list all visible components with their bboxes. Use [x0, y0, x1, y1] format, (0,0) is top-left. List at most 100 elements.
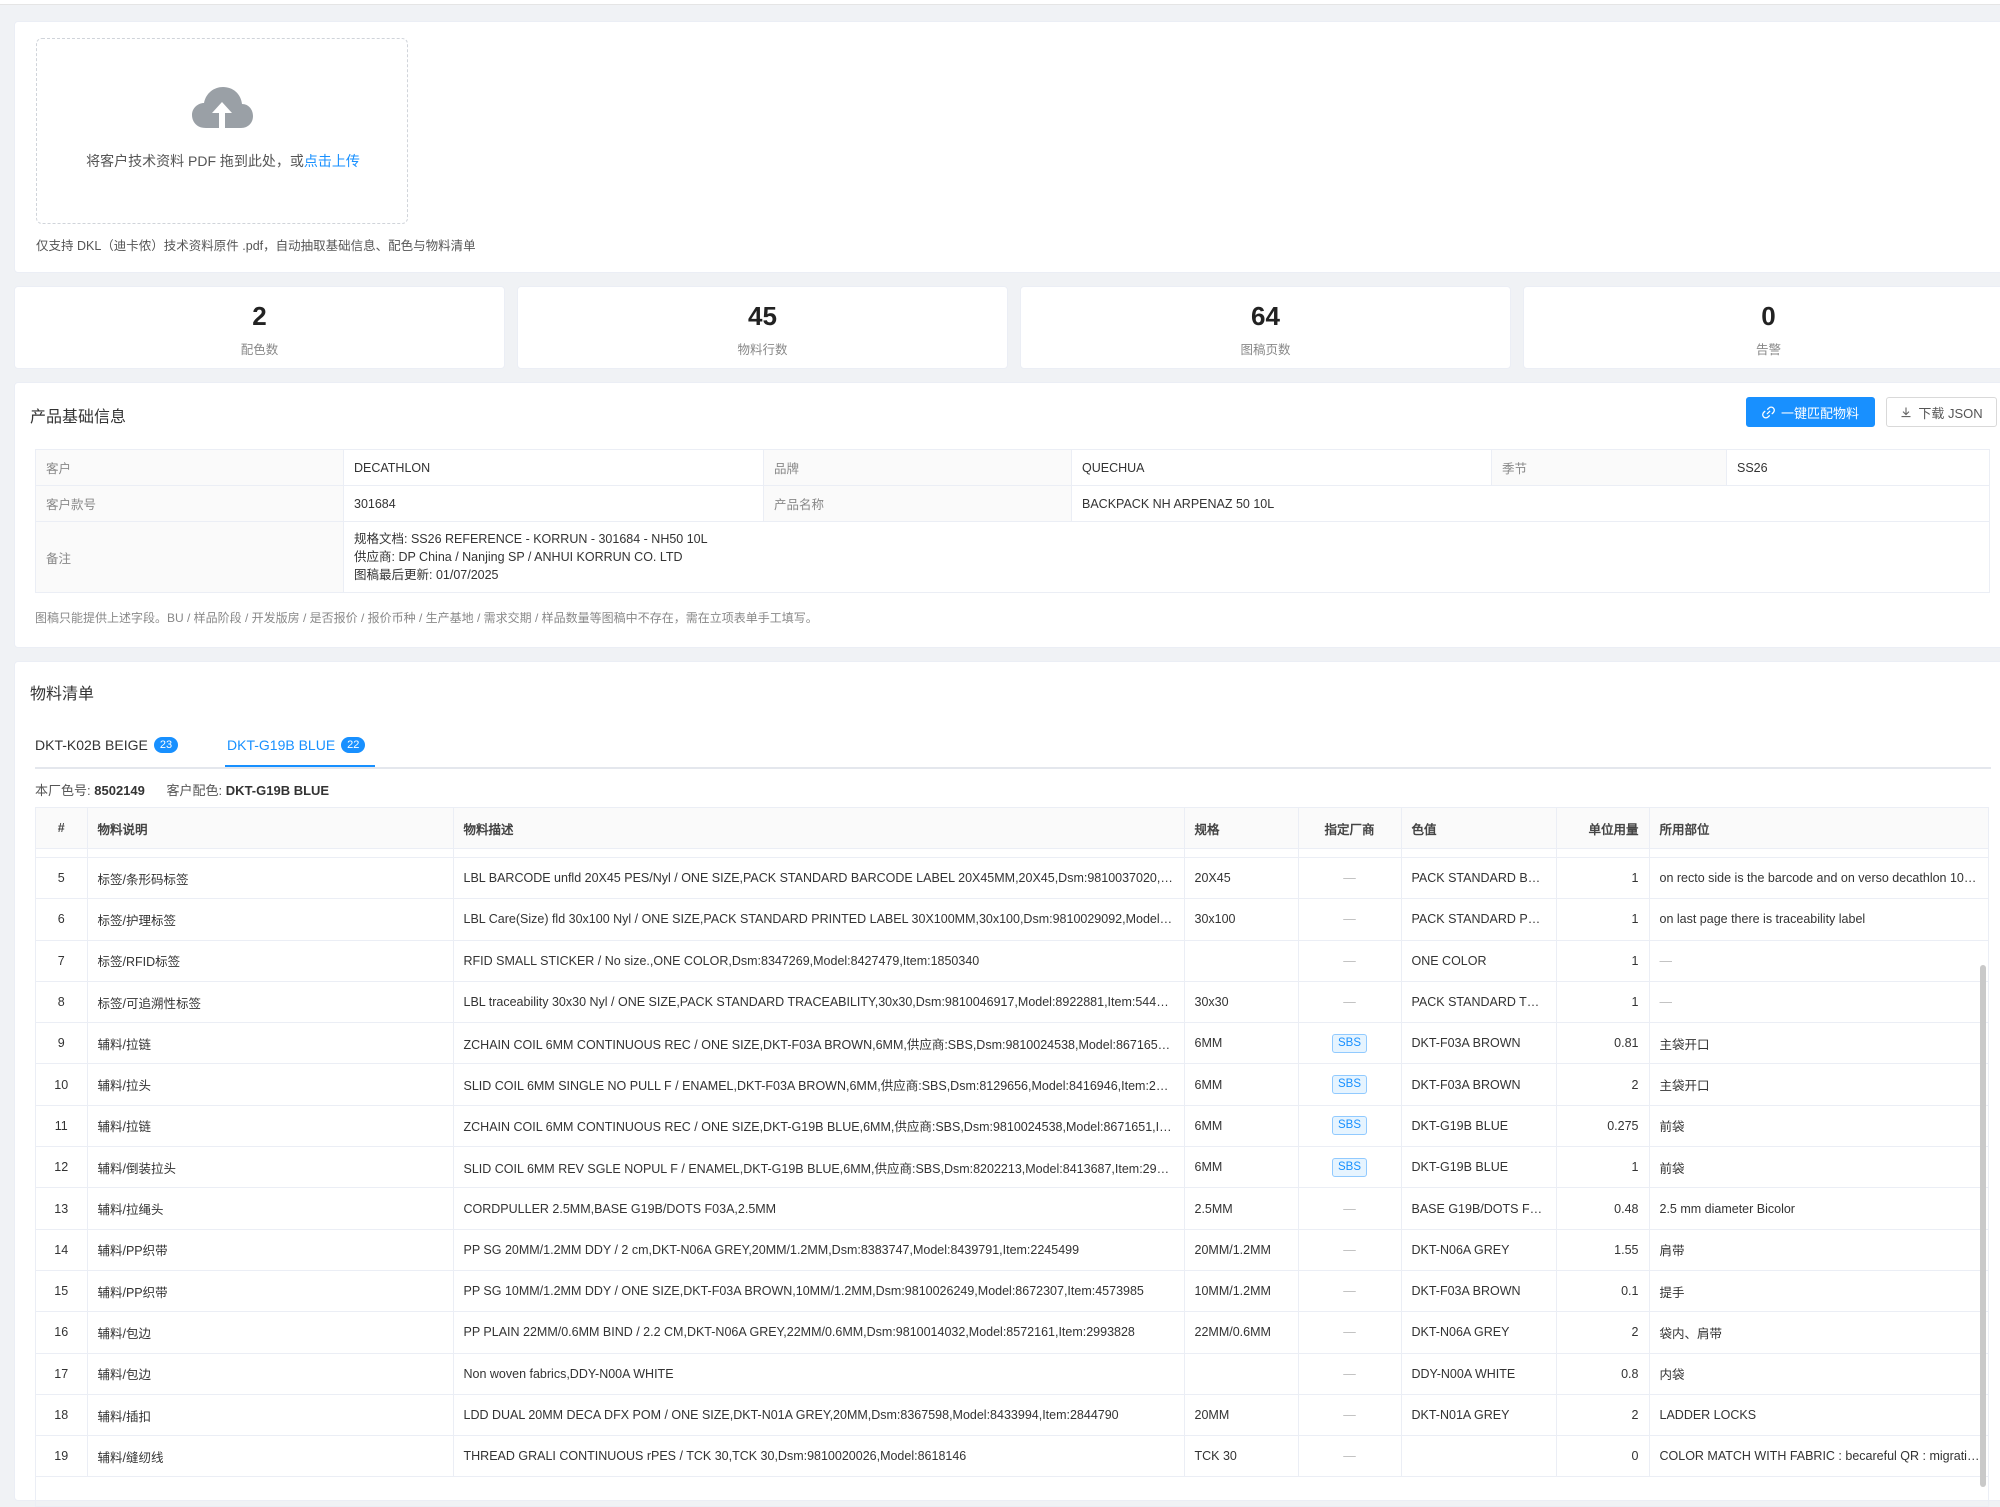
col-header-part: 所用部位 [1649, 808, 1988, 849]
cell-qty: 1 [1556, 981, 1650, 1024]
cell-index: 10 [36, 1063, 88, 1106]
stat-label: 告警 [1755, 343, 1781, 357]
remark-line: 供应商: DP China / Nanjing SP / ANHUI KORRU… [354, 550, 683, 564]
remark-label: 备注 [35, 521, 344, 593]
cell-qty: 0.8 [1556, 1353, 1650, 1395]
cell-type: 标签/条形码标签 [87, 857, 454, 900]
click-upload-link[interactable]: 点击上传 [304, 153, 360, 169]
empty-dash: — [1659, 953, 1673, 968]
cell-type: 辅料/拉绳头 [87, 1187, 454, 1230]
cell-qty: 1 [1556, 940, 1650, 982]
cell-type: 标签/可追溯性标签 [87, 981, 454, 1024]
table-row[interactable]: 5 标签/条形码标签 LBL BARCODE unfld 20X45 PES/Nyl… [36, 857, 1988, 900]
cell-index: 12 [36, 1146, 88, 1189]
cell-color: DKT-N01A GREY [1401, 1394, 1557, 1437]
cell-part: 提手 [1649, 1270, 1988, 1313]
cell-spec: 6MM [1184, 1022, 1299, 1065]
cell-spec: 10MM/1.2MM [1184, 1270, 1299, 1313]
cell-color: DKT-N06A GREY [1401, 1229, 1557, 1271]
customer-value: DECATHLON [343, 449, 764, 486]
cell-vendor: — [1298, 1353, 1402, 1395]
customer-label: 客户 [35, 449, 344, 486]
table-row[interactable]: 19 辅料/缝纫线 THREAD GRALI CONTINUOUS rPES / T… [36, 1435, 1988, 1478]
cell-desc: LBL BARCODE unfld 20X45 PES/Nyl / ONE SI… [453, 857, 1185, 900]
cell-desc: LBL traceability 30x30 Nyl / ONE SIZE,PA… [453, 981, 1185, 1024]
empty-dash: — [1343, 1449, 1356, 1464]
table-row[interactable]: 7 标签/RFID标签 RFID SMALL STICKER / No size.,… [36, 940, 1988, 982]
table-row[interactable]: 11 辅料/拉链 ZCHAIN COIL 6MM CONTINUOUS REC / … [36, 1105, 1988, 1148]
season-label: 季节 [1491, 449, 1727, 486]
table-row[interactable]: 9 辅料/拉链 ZCHAIN COIL 6MM CONTINUOUS REC / O… [36, 1022, 1988, 1065]
cell-spec: 30x30 [1184, 981, 1299, 1024]
stat-value: 2 [252, 301, 267, 331]
table-scrollbar[interactable] [1980, 965, 1986, 1487]
match-materials-button[interactable]: 一键匹配物料 [1746, 397, 1875, 427]
tab-dkt-g19b-blue[interactable]: DKT-G19B BLUE 22 [227, 730, 366, 760]
cell-type: 标签/护理标签 [87, 898, 454, 941]
cell-spec: 6MM [1184, 1063, 1299, 1106]
empty-dash: — [1659, 995, 1673, 1010]
table-row[interactable]: 10 辅料/拉头 SLID COIL 6MM SINGLE NO PULL F / … [36, 1063, 1988, 1106]
vendor-tag: SBS [1331, 1075, 1367, 1095]
table-row[interactable]: 16 辅料/包边 PP PLAIN 22MM/0.6MM BIND / 2.2 CM… [36, 1311, 1988, 1354]
tab-dkt-k02b-beige[interactable]: DKT-K02B BEIGE 23 [35, 730, 179, 760]
tab-count-badge: 23 [153, 737, 179, 753]
cell-index: 14 [36, 1229, 88, 1271]
cell-part: 肩带 [1649, 1229, 1988, 1271]
cell-desc: THREAD GRALI CONTINUOUS rPES / TCK 30,TC… [453, 1435, 1185, 1478]
cell-spec: 20MM [1184, 1394, 1299, 1437]
download-json-button[interactable]: 下载 JSON [1886, 397, 1997, 427]
customer-style-value: 301684 [343, 485, 764, 522]
cell-color: PACK STANDARD TRACEABILITY [1401, 981, 1557, 1024]
table-row[interactable]: 15 辅料/PP织带 PP SG 10MM/1.2MM DDY / ONE SIZE… [36, 1270, 1988, 1313]
table-row[interactable]: 13 辅料/拉绳头 CORDPULLER 2.5MM,BASE G19B/DOTS … [36, 1187, 1988, 1230]
cell-type: 辅料/PP织带 [87, 1270, 454, 1313]
stat-label: 图稿页数 [1240, 343, 1291, 357]
table-row[interactable]: 12 辅料/倒装拉头 SLID COIL 6MM REV SGLE NOPUL F … [36, 1146, 1988, 1189]
cell-color: ONE COLOR [1401, 940, 1557, 982]
cell-desc: LDD DUAL 20MM DECA DFX POM / ONE SIZE,DK… [453, 1394, 1185, 1437]
cell-vendor: — [1298, 1187, 1402, 1230]
materials-table-container[interactable]: # 物料说明 物料描述 规格 指定厂商 色值 单位用量 所用部位 5 标签/条形码… [35, 807, 1989, 1507]
cell-qty: 1.55 [1556, 1229, 1650, 1271]
pdf-dropzone[interactable]: 将客户技术资料 PDF 拖到此处，或点击上传 [36, 38, 408, 224]
cell-desc: SLID COIL 6MM REV SGLE NOPUL F / ENAMEL,… [453, 1146, 1185, 1189]
brand-label: 品牌 [763, 449, 1072, 486]
col-header-qty: 单位用量 [1556, 808, 1650, 849]
cell-part: on recto side is the barcode and on vers… [1649, 857, 1988, 900]
cell-desc: ZCHAIN COIL 6MM CONTINUOUS REC / ONE SIZ… [453, 1105, 1185, 1148]
table-row[interactable]: 14 辅料/PP织带 PP SG 20MM/1.2MM DDY / 2 cm,DKT… [36, 1229, 1988, 1271]
cell-spec: TCK 30 [1184, 1435, 1299, 1478]
materials-table: # 物料说明 物料描述 规格 指定厂商 色值 单位用量 所用部位 5 标签/条形码… [36, 808, 1988, 1478]
cell-vendor: SBS [1298, 1063, 1402, 1106]
color-info: 本厂色号: 8502149 客户配色: DKT-G19B BLUE [35, 780, 329, 799]
cell-qty: 2 [1556, 1394, 1650, 1437]
customer-color-label: 客户配色: [166, 783, 223, 798]
table-row[interactable]: 17 辅料/包边 Non woven fabrics,DDY-N00A WHITE —… [36, 1353, 1988, 1395]
cell-vendor: SBS [1298, 1022, 1402, 1065]
cell-qty: 1 [1556, 857, 1650, 900]
product-info-title: 产品基础信息 [30, 409, 127, 426]
tab-label: DKT-K02B BEIGE [35, 737, 148, 753]
table-header-row: # 物料说明 物料描述 规格 指定厂商 色值 单位用量 所用部位 [36, 808, 1988, 849]
cell-color: DKT-G19B BLUE [1401, 1146, 1557, 1189]
cell-index: 11 [36, 1105, 88, 1148]
table-row[interactable]: 8 标签/可追溯性标签 LBL traceability 30x30 Nyl / O… [36, 981, 1988, 1024]
vendor-tag: SBS [1331, 1033, 1367, 1053]
cell-color [1401, 1435, 1557, 1478]
cell-spec: 22MM/0.6MM [1184, 1311, 1299, 1354]
upload-hint: 仅支持 DKL（迪卡侬）技术资料原件 .pdf，自动抽取基础信息、配色与物料清单 [36, 239, 476, 253]
cell-qty: 1 [1556, 1146, 1650, 1189]
cell-type: 辅料/插扣 [87, 1394, 454, 1437]
stat-value: 45 [748, 301, 777, 331]
cell-spec: 6MM [1184, 1105, 1299, 1148]
download-icon [1901, 407, 1911, 418]
table-row[interactable]: 18 辅料/插扣 LDD DUAL 20MM DECA DFX POM / ONE … [36, 1394, 1988, 1437]
cell-type: 标签/RFID标签 [87, 940, 454, 982]
stat-value: 64 [1251, 301, 1280, 331]
cell-qty: 0.275 [1556, 1105, 1650, 1148]
cell-index: 8 [36, 981, 88, 1024]
tab-count-badge: 22 [341, 737, 366, 753]
cell-vendor: — [1298, 1270, 1402, 1313]
table-row[interactable]: 6 标签/护理标签 LBL Care(Size) fld 30x100 Nyl / … [36, 898, 1988, 941]
